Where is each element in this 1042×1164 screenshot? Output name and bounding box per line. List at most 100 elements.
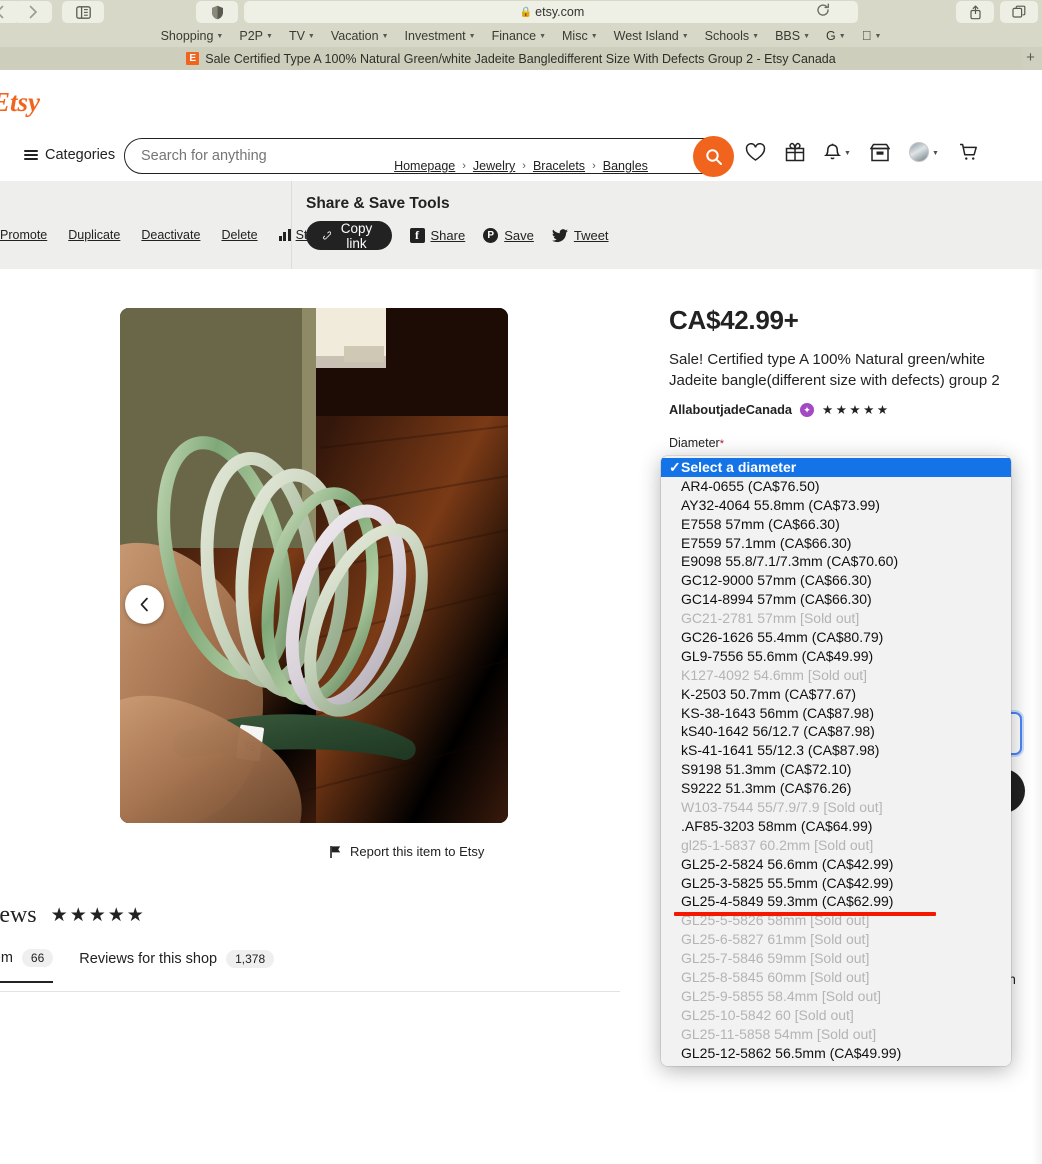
tab-overview-button[interactable] — [1000, 1, 1038, 23]
dropdown-option[interactable]: GC26-1626 55.4mm (CA$80.79) — [661, 628, 1011, 647]
diameter-dropdown-list[interactable]: ✓Select a diameter AR4-0655 (CA$76.50) AY3… — [661, 456, 1011, 1066]
dropdown-option[interactable]: GL25-6-5827 61mm [Sold out] — [661, 930, 1011, 949]
tab-reviews-for-this-shop[interactable]: Reviews for this shop 1,378 — [79, 950, 275, 982]
report-item-link[interactable]: Report this item to Etsy — [330, 844, 484, 859]
shop-name[interactable]: AllaboutjadeCanada — [669, 402, 792, 417]
save-pinterest[interactable]: P Save — [483, 228, 534, 243]
product-gallery: 75 — [120, 308, 745, 823]
link-icon — [323, 231, 332, 240]
tab-label: Reviews for this shop — [79, 951, 218, 967]
new-tab-button[interactable]: + — [1022, 50, 1039, 67]
dropdown-option[interactable]: gl25-1-5837 60.2mm [Sold out] — [661, 836, 1011, 855]
dropdown-option[interactable]: .AF85-3203 58mm (CA$64.99) — [661, 817, 1011, 836]
delete-link[interactable]: Delete — [221, 228, 257, 242]
dropdown-option[interactable]: GL9-7556 55.6mm (CA$49.99) — [661, 647, 1011, 666]
dropdown-option[interactable]: GL25-4-5849 59.3mm (CA$62.99) — [661, 892, 1011, 911]
bookmark-tv[interactable]: TV ▼ — [289, 29, 315, 43]
breadcrumb-bracelets[interactable]: Bracelets — [533, 159, 585, 173]
breadcrumb-homepage[interactable]: Homepage — [394, 159, 455, 173]
bookmark-g[interactable]: G ▼ — [826, 29, 846, 43]
dropdown-option[interactable]: W103-7544 55/7.9/7.9 [Sold out] — [661, 798, 1011, 817]
dropdown-option[interactable]: S9198 51.3mm (CA$72.10) — [661, 760, 1011, 779]
dropdown-option-label: GC26-1626 55.4mm (CA$80.79) — [681, 629, 884, 646]
dropdown-option[interactable]: GL25-12-5862 56.5mm (CA$49.99) — [661, 1044, 1011, 1063]
bookmark-shopping[interactable]: Shopping ▼ — [161, 29, 224, 43]
dropdown-option[interactable]: K-2503 50.7mm (CA$77.67) — [661, 685, 1011, 704]
dropdown-scrollbar[interactable] — [1005, 456, 1011, 1066]
dropdown-option[interactable]: ✓Select a diameter — [661, 458, 1011, 477]
etsy-logo[interactable]: Etsy — [0, 87, 40, 118]
bookmark-apple[interactable]: ▼ — [862, 28, 882, 43]
breadcrumb-separator: › — [462, 160, 466, 172]
deactivate-link[interactable]: Deactivate — [141, 228, 200, 242]
pinterest-icon: P — [483, 228, 499, 243]
breadcrumb-jewelry[interactable]: Jewelry — [473, 159, 515, 173]
bookmark-vacation[interactable]: Vacation ▼ — [331, 29, 389, 43]
dropdown-option[interactable]: GC12-9000 57mm (CA$66.30) — [661, 571, 1011, 590]
dropdown-option[interactable]: kS40-1642 56/12.7 (CA$87.98) — [661, 722, 1011, 741]
chevron-down-icon: ▼ — [468, 33, 476, 40]
bookmark-p2p[interactable]: P2P ▼ — [239, 29, 273, 43]
breadcrumb-separator: › — [522, 160, 526, 172]
dropdown-option[interactable]: E9098 55.8/7.1/7.3mm (CA$70.60) — [661, 552, 1011, 571]
dropdown-option[interactable]: K127-4092 54.6mm [Sold out] — [661, 666, 1011, 685]
dropdown-option-label: GL9-7556 55.6mm (CA$49.99) — [681, 647, 874, 664]
browser-tab-active[interactable]: E Sale Certified Type A 100% Natural Gre… — [0, 47, 1022, 70]
dropdown-option[interactable]: AR4-0655 (CA$76.50) — [661, 477, 1011, 496]
tweet-twitter[interactable]: Tweet — [551, 228, 609, 243]
product-image[interactable]: 75 — [120, 308, 508, 823]
chevron-down-icon: ▼ — [752, 33, 760, 40]
dropdown-option[interactable]: AY32-4064 55.8mm (CA$73.99) — [661, 496, 1011, 515]
dropdown-option[interactable]: GL25-2-5824 56.6mm (CA$42.99) — [661, 855, 1011, 874]
dropdown-option[interactable]: GL25-7-5846 59mm [Sold out] — [661, 949, 1011, 968]
bookmark-west-island[interactable]: West Island ▼ — [614, 29, 689, 43]
product-price: CA$42.99+ — [669, 305, 799, 335]
dropdown-option[interactable]: GC21-2781 57mm [Sold out] — [661, 609, 1011, 628]
dropdown-option-label: kS40-1642 56/12.7 (CA$87.98) — [681, 723, 875, 740]
dropdown-option[interactable]: E7558 57mm (CA$66.30) — [661, 515, 1011, 534]
reload-button[interactable] — [816, 3, 830, 20]
chevron-down-icon: ▼ — [590, 33, 598, 40]
dropdown-option[interactable]: GL25-11-5858 54mm [Sold out] — [661, 1025, 1011, 1044]
bookmark-schools[interactable]: Schools ▼ — [705, 29, 759, 43]
chevron-down-icon: ▼ — [216, 33, 224, 40]
gallery-prev-button[interactable] — [125, 585, 164, 624]
dropdown-option[interactable]: GL25-10-5842 60 [Sold out] — [661, 1006, 1011, 1025]
bar-chart-icon — [278, 229, 291, 241]
copy-link-button[interactable]: Copy link — [306, 220, 392, 251]
shop-row[interactable]: AllaboutjadeCanada ✦ ★★★★★ — [669, 402, 1029, 417]
forward-button[interactable] — [14, 1, 52, 23]
dropdown-option[interactable]: KS-38-1643 56mm (CA$87.98) — [661, 704, 1011, 723]
dropdown-option[interactable]: GL25-9-5855 58.4mm [Sold out] — [661, 987, 1011, 1006]
promote-link[interactable]: Promote — [0, 228, 47, 242]
bookmark-finance[interactable]: Finance ▼ — [492, 29, 546, 43]
dropdown-option-label: K127-4092 54.6mm [Sold out] — [681, 666, 868, 683]
breadcrumb-bangles[interactable]: Bangles — [603, 159, 648, 173]
dropdown-option-label: gl25-1-5837 60.2mm [Sold out] — [681, 836, 874, 853]
bookmark-misc[interactable]: Misc ▼ — [562, 29, 598, 43]
sidebar-toggle-button[interactable] — [62, 1, 104, 23]
bookmark-investment[interactable]: Investment ▼ — [405, 29, 476, 43]
chevron-down-icon: ▼ — [681, 33, 689, 40]
reviews-tabs: or this item 66 Reviews for this shop 1,… — [0, 949, 275, 983]
dropdown-option[interactable]: GL25-3-5825 55.5mm (CA$42.99) — [661, 874, 1011, 893]
dropdown-option[interactable]: kS-41-1641 55/12.3 (CA$87.98) — [661, 741, 1011, 760]
duplicate-link[interactable]: Duplicate — [68, 228, 120, 242]
copy-link-label: Copy link — [340, 220, 373, 251]
dropdown-option[interactable]: GL25-8-5845 60mm [Sold out] — [661, 968, 1011, 987]
dropdown-option[interactable]: GC14-8994 57mm (CA$66.30) — [661, 590, 1011, 609]
tab-reviews-for-this-item[interactable]: or this item 66 — [0, 949, 54, 983]
bookmark-bbs[interactable]: BBS ▼ — [775, 29, 810, 43]
seller-tools-bar: ls Promote Duplicate Deactivate Delete S… — [0, 181, 1042, 269]
dropdown-option-label: GL25-11-5858 54mm [Sold out] — [681, 1025, 877, 1042]
report-item-label: Report this item to Etsy — [350, 844, 485, 859]
dropdown-option[interactable]: S9222 51.3mm (CA$76.26) — [661, 779, 1011, 798]
address-bar[interactable]: 🔒 etsy.com — [246, 1, 858, 23]
privacy-shield-icon[interactable] — [196, 1, 238, 23]
chevron-down-icon: ▼ — [307, 33, 315, 40]
share-facebook[interactable]: f Share — [409, 228, 465, 243]
dropdown-option[interactable]: E7559 57.1mm (CA$66.30) — [661, 534, 1011, 553]
dropdown-option-label: .AF85-3203 58mm (CA$64.99) — [681, 817, 873, 834]
share-button[interactable] — [956, 1, 994, 23]
breadcrumb: Homepage › Jewelry › Bracelets › Bangles — [0, 152, 1042, 180]
